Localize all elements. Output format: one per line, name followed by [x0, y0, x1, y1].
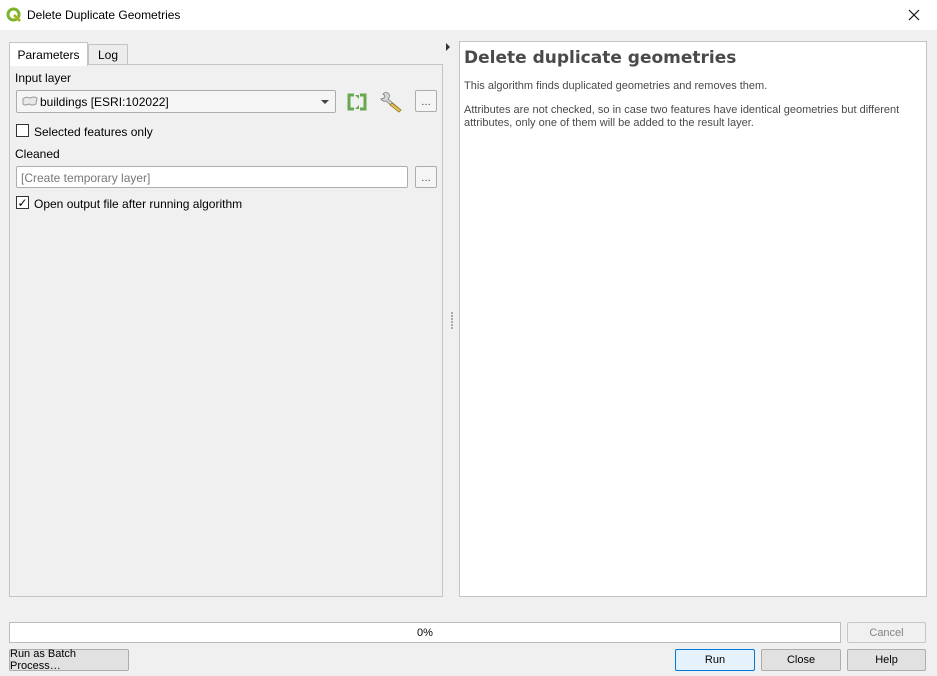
- ellipsis-icon: …: [421, 173, 431, 184]
- tab-log[interactable]: Log: [88, 44, 128, 65]
- wrench-icon: [380, 92, 402, 113]
- cancel-button[interactable]: Cancel: [847, 622, 926, 643]
- selected-features-only-checkbox[interactable]: [16, 124, 29, 137]
- open-output-label: Open output file after running algorithm: [34, 197, 243, 211]
- tab-log-label: Log: [97, 48, 119, 62]
- run-as-batch-label: Run as Batch Process…: [10, 648, 77, 672]
- selected-features-only-label: Selected features only: [34, 125, 153, 139]
- progress-bar: 0%: [9, 622, 841, 643]
- run-button[interactable]: Run: [675, 649, 755, 671]
- checkmark-icon: ✓: [17, 195, 28, 210]
- help-button-label: Help: [875, 654, 898, 666]
- close-button[interactable]: Close: [761, 649, 841, 671]
- help-button[interactable]: Help: [847, 649, 926, 671]
- tab-parameters-label: Parameters: [17, 47, 80, 62]
- window-title: Delete Duplicate Geometries: [27, 8, 181, 22]
- open-output-checkbox[interactable]: ✓: [16, 196, 29, 209]
- title-bar: Delete Duplicate Geometries: [0, 0, 937, 30]
- cleaned-output-browse-button[interactable]: …: [415, 166, 437, 188]
- progress-text: 0%: [417, 626, 433, 639]
- help-paragraph: This algorithm finds duplicated geometri…: [464, 80, 768, 92]
- help-paragraph: Attributes are not checked, so in case t…: [464, 104, 900, 129]
- cleaned-label: Cleaned: [15, 147, 60, 161]
- input-layer-browse-button[interactable]: …: [415, 90, 437, 112]
- iterate-button[interactable]: [345, 90, 369, 114]
- run-button-label: Run: [704, 654, 726, 666]
- tab-parameters[interactable]: Parameters: [9, 42, 88, 66]
- run-as-batch-button[interactable]: Run as Batch Process…: [9, 648, 129, 672]
- collapse-help-arrow-icon[interactable]: [446, 43, 450, 51]
- close-button-label: Close: [786, 654, 816, 666]
- parameters-panel: Input layer buildings [ESRI:102022] … Se…: [9, 64, 443, 597]
- chevron-down-icon: [321, 100, 329, 104]
- close-window-button[interactable]: [891, 0, 937, 30]
- close-icon: [908, 9, 920, 21]
- cleaned-output-input[interactable]: [Create temporary layer]: [16, 166, 408, 188]
- cleaned-output-placeholder: [Create temporary layer]: [21, 171, 151, 185]
- input-layer-value: buildings [ESRI:102022]: [40, 95, 169, 109]
- advanced-settings-button[interactable]: [380, 90, 404, 114]
- iterate-refresh-icon: [347, 93, 367, 111]
- help-title: Delete duplicate geometries: [464, 48, 737, 68]
- splitter-handle[interactable]: [451, 312, 453, 330]
- cancel-button-label: Cancel: [869, 626, 904, 639]
- input-layer-select[interactable]: buildings [ESRI:102022]: [16, 90, 336, 113]
- qgis-logo-icon: [6, 7, 22, 23]
- ellipsis-icon: …: [421, 97, 431, 108]
- help-panel: Delete duplicate geometries This algorit…: [459, 41, 927, 597]
- input-layer-label: Input layer: [15, 71, 72, 85]
- polygon-layer-icon: [22, 96, 38, 110]
